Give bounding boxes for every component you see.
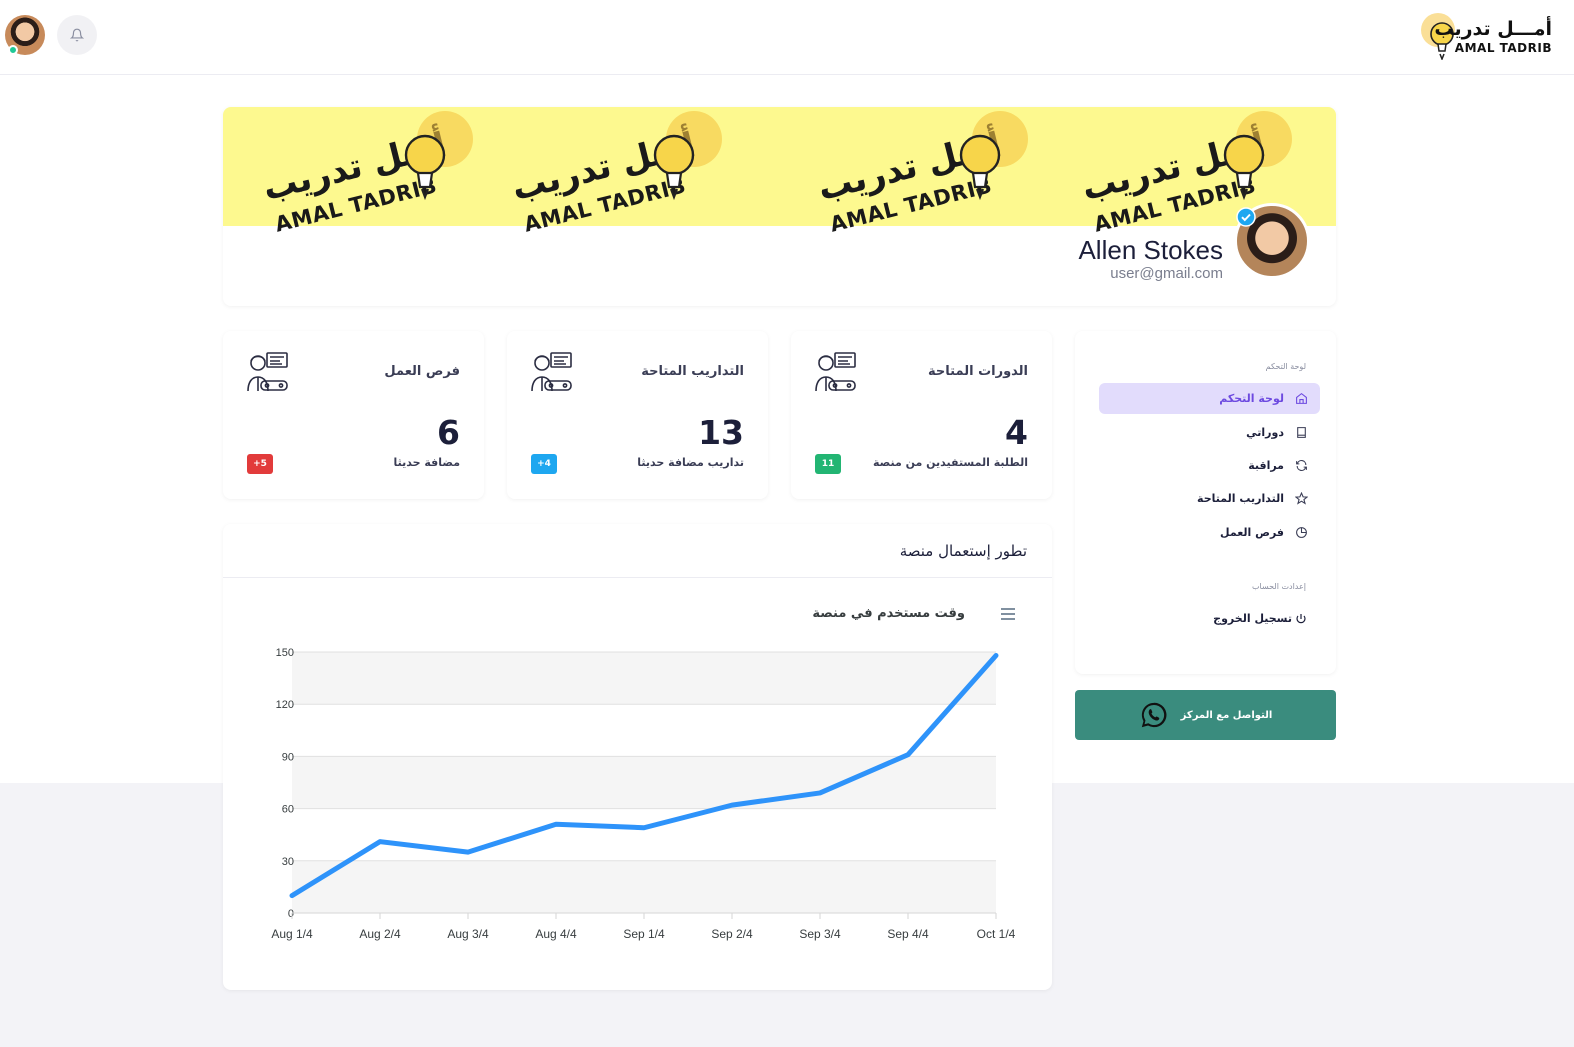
profile-name: Allen Stokes: [1078, 235, 1223, 265]
stat-card-courses[interactable]: الدورات المتاحة 4 الطلبة المستفيدين من م…: [791, 331, 1052, 499]
cover-logo-tile: أمـل تدريب AMAL TADRIB: [788, 107, 1038, 237]
y-tick-label: 120: [276, 699, 294, 711]
brand-logo[interactable]: أمـــل تدريب AMAL TADRIB: [1416, 8, 1556, 63]
stat-value: 13: [698, 413, 744, 452]
sidebar-item-jobs[interactable]: فرص العمل: [1099, 517, 1320, 548]
usage-chart-card: تطور إستعمال منصة وقت مستخدم في منصة 0 30…: [223, 524, 1052, 990]
stat-value: 6: [437, 413, 460, 452]
x-tick-label: Sep 4/4: [887, 927, 929, 941]
refresh-icon: [1294, 459, 1308, 473]
stat-badge: +4: [531, 454, 557, 474]
book-icon: [1294, 426, 1308, 440]
stat-subtitle: تداريب مضافة حديثا: [637, 456, 744, 469]
sidebar-item-label: فرص العمل: [1220, 526, 1284, 539]
brand-name-arabic: أمـــل تدريب: [1434, 18, 1552, 40]
x-tick-label: Aug 1/4: [271, 927, 313, 941]
teacher-board-icon: [531, 352, 572, 392]
sidebar-item-dashboard[interactable]: لوحة التحكم: [1099, 383, 1320, 414]
stat-badge: 11: [815, 454, 841, 474]
lightbulb-icon: [959, 111, 1028, 201]
y-tick-label: 90: [282, 751, 294, 763]
stat-badge: +5: [247, 454, 273, 474]
stat-title: الدورات المتاحة: [928, 364, 1028, 379]
lightbulb-icon: [1223, 111, 1292, 201]
notifications-button[interactable]: [57, 15, 97, 55]
lightbulb-icon: [404, 111, 473, 201]
contact-center-button[interactable]: التواصل مع المركز: [1075, 690, 1336, 740]
y-tick-label: 60: [282, 804, 294, 816]
brand-name-english: AMAL TADRIB: [1454, 41, 1552, 55]
cover-logo-tile: أمـل تدريب AMAL TADRIB: [482, 107, 732, 237]
stat-subtitle: الطلبة المستفيدين من منصة: [872, 456, 1028, 469]
sidebar-item-label: دوراتي: [1246, 426, 1284, 439]
verified-badge-icon: [1236, 207, 1256, 227]
power-icon: [1294, 612, 1308, 626]
sidebar-section-title: إعدادت الحساب: [1252, 582, 1306, 591]
sidebar-item-label: لوحة التحكم: [1219, 392, 1284, 405]
cover-logo-tile: أمـل تدريب AMAL TADRIB: [233, 107, 483, 237]
x-tick-label: Oct 1/4: [977, 927, 1016, 941]
profile-cover: أمـل تدريب AMAL TADRIB أمـل تدريب AMAL T…: [223, 107, 1336, 237]
pie-chart-icon: [1294, 526, 1308, 540]
sidebar-item-trainings[interactable]: التداريب المتاحة: [1099, 483, 1320, 514]
whatsapp-icon: [1141, 702, 1167, 728]
star-icon: [1294, 492, 1308, 506]
x-tick-label: Aug 2/4: [359, 927, 401, 941]
sidebar-section-title: لوحة التحكم: [1265, 362, 1306, 371]
sidebar-item-label: تسجيل الخروج: [1213, 612, 1292, 625]
contact-button-label: التواصل مع المركز: [1180, 709, 1273, 721]
x-tick-label: Sep 1/4: [623, 927, 665, 941]
grid-band: [292, 652, 996, 705]
profile-card: أمـل تدريب AMAL TADRIB أمـل تدريب AMAL T…: [223, 107, 1336, 306]
sidebar-item-label: التداريب المتاحة: [1197, 492, 1284, 505]
stat-title: التداريب المتاحة: [641, 364, 744, 379]
y-tick-label: 150: [276, 647, 294, 659]
stat-subtitle: مضافة حديثا: [393, 456, 460, 469]
y-tick-label: 30: [282, 856, 294, 868]
x-tick-label: Sep 2/4: [711, 927, 753, 941]
sidebar-item-monitoring[interactable]: مراقبة: [1099, 450, 1320, 481]
stat-value: 4: [1005, 413, 1028, 452]
sidebar-item-my-courses[interactable]: دوراتي: [1099, 417, 1320, 448]
stat-title: فرص العمل: [384, 364, 460, 379]
sidebar-menu: لوحة التحكم لوحة التحكم دوراتي مراقبة ال…: [1075, 331, 1336, 674]
x-tick-label: Aug 3/4: [447, 927, 489, 941]
grid-band: [292, 860, 996, 913]
online-status-indicator: [8, 45, 18, 55]
teacher-board-icon: [247, 352, 288, 392]
sidebar-item-logout[interactable]: تسجيل الخروج: [1099, 603, 1320, 634]
stat-card-trainings[interactable]: التداريب المتاحة 13 تداريب مضافة حديثا +…: [507, 331, 768, 499]
sidebar-item-label: مراقبة: [1248, 459, 1284, 472]
line-chart: 0 30 60 90 120 150 Aug 1/4 Aug 2/4 Aug 3/4 Aug 4/…: [271, 647, 1016, 941]
lightbulb-icon: [653, 111, 722, 201]
profile-email: user@gmail.com: [1110, 265, 1223, 282]
bell-icon: [70, 28, 84, 42]
x-tick-label: Sep 3/4: [799, 927, 841, 941]
top-navbar: أمـــل تدريب AMAL TADRIB: [0, 0, 1574, 75]
y-tick-label: 0: [288, 908, 294, 920]
home-icon: [1294, 392, 1308, 406]
stat-card-jobs[interactable]: فرص العمل 6 مضافة حديثا +5: [223, 331, 484, 499]
x-tick-label: Aug 4/4: [535, 927, 577, 941]
teacher-board-icon: [815, 352, 856, 392]
